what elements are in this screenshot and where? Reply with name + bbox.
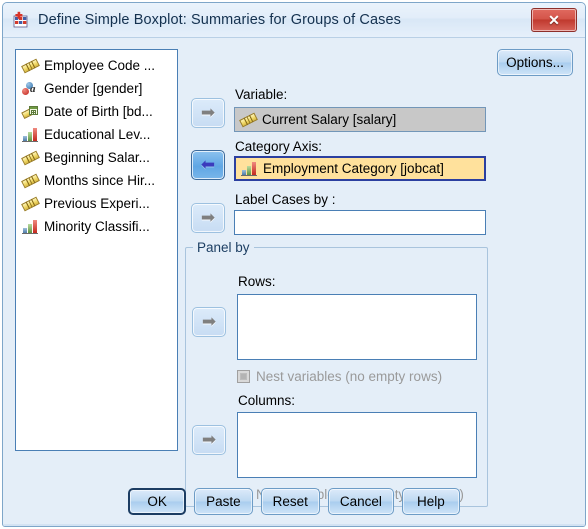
label-cases-by-field[interactable] bbox=[234, 210, 486, 235]
list-item[interactable]: Employee Code ... bbox=[16, 54, 177, 77]
close-button[interactable]: ✕ bbox=[531, 8, 577, 32]
list-item[interactable]: a Gender [gender] bbox=[16, 77, 177, 100]
nest-variables-rows-label: Nest variables (no empty rows) bbox=[256, 369, 443, 384]
list-item[interactable]: Minority Classifi... bbox=[16, 215, 177, 238]
nominal-bars-icon bbox=[22, 127, 39, 143]
scale-ruler-icon bbox=[22, 150, 39, 166]
list-item-label: Educational Lev... bbox=[44, 127, 151, 142]
cancel-button[interactable]: Cancel bbox=[327, 488, 394, 515]
spss-dialog-icon bbox=[12, 11, 30, 29]
list-item[interactable]: Educational Lev... bbox=[16, 123, 177, 146]
list-item-label: Months since Hir... bbox=[44, 173, 156, 188]
rows-label: Rows: bbox=[238, 274, 276, 289]
variable-field[interactable]: Current Salary [salary] bbox=[234, 107, 486, 132]
scale-ruler-icon bbox=[22, 58, 39, 74]
columns-field[interactable] bbox=[237, 412, 477, 478]
move-to-label-cases-button[interactable]: ➡ bbox=[191, 203, 225, 233]
label-cases-by-label: Label Cases by : bbox=[235, 192, 336, 207]
date-icon bbox=[22, 104, 39, 120]
scale-ruler-icon bbox=[22, 173, 39, 189]
list-item-label: Minority Classifi... bbox=[44, 219, 150, 234]
scale-ruler-icon bbox=[22, 196, 39, 212]
arrow-left-icon: ⬅ bbox=[200, 154, 216, 175]
arrow-right-icon: ➡ bbox=[201, 311, 217, 332]
list-item-label: Gender [gender] bbox=[44, 81, 143, 96]
reset-button-label: Reset bbox=[272, 494, 308, 509]
window-title: Define Simple Boxplot: Summaries for Gro… bbox=[38, 12, 402, 28]
rows-field[interactable] bbox=[237, 294, 477, 360]
cancel-button-label: Cancel bbox=[339, 494, 382, 509]
footer-strip bbox=[3, 524, 585, 526]
list-item-label: Date of Birth [bd... bbox=[44, 104, 153, 119]
nominal-bars-icon bbox=[22, 219, 39, 235]
close-icon: ✕ bbox=[548, 12, 560, 28]
list-item[interactable]: Date of Birth [bd... bbox=[16, 100, 177, 123]
category-axis-field-value: Employment Category [jobcat] bbox=[263, 161, 444, 176]
list-item-label: Employee Code ... bbox=[44, 58, 156, 73]
dialog-window: Define Simple Boxplot: Summaries for Gro… bbox=[2, 2, 586, 527]
nominal-string-icon: a bbox=[22, 81, 39, 97]
move-to-columns-button[interactable]: ➡ bbox=[192, 425, 226, 455]
title-bar: Define Simple Boxplot: Summaries for Gro… bbox=[3, 3, 585, 38]
list-item[interactable]: Beginning Salar... bbox=[16, 146, 177, 169]
variable-label: Variable: bbox=[235, 87, 288, 102]
arrow-right-icon: ➡ bbox=[200, 102, 216, 123]
help-button-label: Help bbox=[417, 494, 445, 509]
list-item-label: Beginning Salar... bbox=[44, 150, 150, 165]
help-button[interactable]: Help bbox=[401, 488, 460, 515]
scale-ruler-icon bbox=[240, 112, 257, 128]
list-item[interactable]: Previous Experi... bbox=[16, 192, 177, 215]
move-to-rows-button[interactable]: ➡ bbox=[192, 307, 226, 337]
list-item[interactable]: Months since Hir... bbox=[16, 169, 177, 192]
category-axis-field[interactable]: Employment Category [jobcat] bbox=[234, 156, 486, 181]
source-variable-list[interactable]: Employee Code ... a Gender [gender] Date… bbox=[15, 49, 178, 451]
move-to-category-axis-button[interactable]: ⬅ bbox=[191, 150, 225, 180]
list-item-label: Previous Experi... bbox=[44, 196, 150, 211]
dialog-content: Employee Code ... a Gender [gender] Date… bbox=[3, 38, 585, 526]
ok-button-label: OK bbox=[147, 494, 167, 509]
dialog-button-bar: OK Paste Reset Cancel Help bbox=[3, 488, 585, 515]
ok-button[interactable]: OK bbox=[128, 488, 187, 515]
panel-by-title: Panel by bbox=[193, 240, 254, 255]
paste-button[interactable]: Paste bbox=[194, 488, 253, 515]
variable-field-value: Current Salary [salary] bbox=[262, 112, 397, 127]
options-button-label: Options... bbox=[506, 55, 564, 70]
options-button[interactable]: Options... bbox=[497, 49, 573, 76]
arrow-right-icon: ➡ bbox=[200, 207, 216, 228]
checkbox-icon bbox=[237, 370, 250, 383]
paste-button-label: Paste bbox=[206, 494, 241, 509]
nest-variables-rows-checkbox[interactable]: Nest variables (no empty rows) bbox=[237, 369, 442, 384]
nominal-bars-icon bbox=[241, 161, 258, 177]
columns-label: Columns: bbox=[238, 393, 296, 408]
category-axis-label: Category Axis: bbox=[235, 139, 323, 154]
arrow-right-icon: ➡ bbox=[201, 429, 217, 450]
move-to-variable-button[interactable]: ➡ bbox=[191, 98, 225, 128]
reset-button[interactable]: Reset bbox=[260, 488, 320, 515]
